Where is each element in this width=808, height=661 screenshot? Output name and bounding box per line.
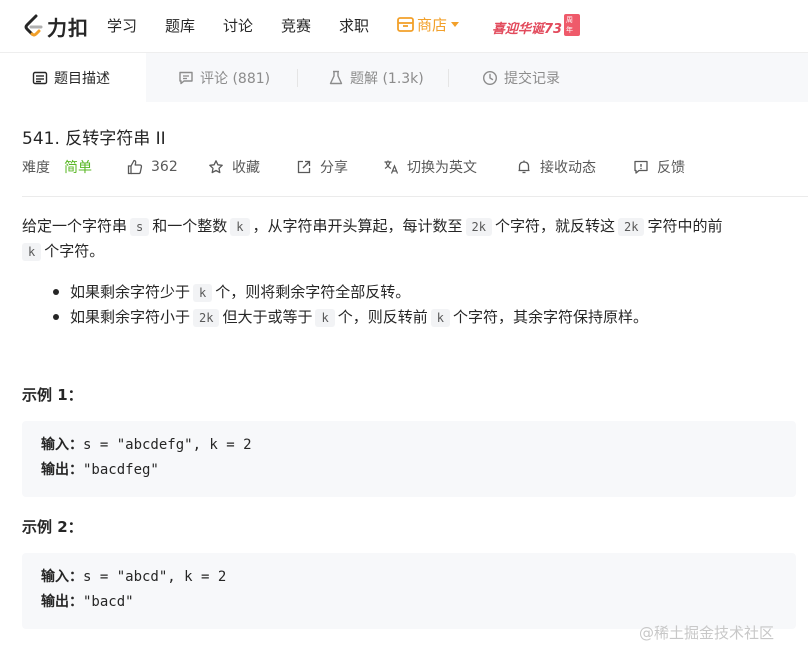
- share-button[interactable]: 分享: [296, 156, 348, 178]
- promo-text: 喜迎华诞73: [492, 22, 563, 37]
- text: 个，则将剩余字符全部反转。: [215, 283, 411, 301]
- example-input-line: 输入：s = "abcdefg", k = 2: [41, 433, 777, 458]
- example-heading: 示例 2：: [22, 518, 83, 536]
- text: ，从字符串开头算起，每计数至: [252, 217, 463, 235]
- rule-list: 如果剩余字符少于 k 个，则将剩余字符全部反转。 如果剩余字符小于 2k 但大于或等于 k…: [50, 280, 648, 330]
- switch-language-button[interactable]: 切换为英文: [383, 156, 477, 178]
- thumbs-up-icon: [127, 159, 143, 175]
- input-label: 输入：: [41, 569, 83, 585]
- description-icon: [32, 71, 48, 85]
- inline-code: k: [22, 243, 42, 261]
- input-value: s = "abcd", k = 2: [83, 569, 227, 585]
- share-icon: [297, 160, 311, 174]
- like-button[interactable]: 362: [127, 156, 178, 178]
- inline-code: k: [230, 218, 250, 236]
- nav-item-discuss[interactable]: 讨论: [223, 15, 253, 36]
- difficulty: 难度 简单: [22, 156, 92, 178]
- input-label: 输入：: [41, 437, 83, 453]
- inline-code: k: [315, 309, 335, 327]
- favorite-button[interactable]: 收藏: [208, 156, 260, 178]
- tab-description[interactable]: 题目描述: [0, 53, 146, 103]
- tab-solutions[interactable]: 题解 (1.3k): [328, 53, 424, 103]
- logo[interactable]: 力扣: [22, 12, 89, 40]
- inline-code: 2k: [465, 218, 492, 236]
- tab-label: 提交记录: [504, 71, 560, 87]
- star-icon: [209, 160, 223, 174]
- text: 字符中的前: [647, 217, 723, 235]
- difficulty-badge: 简单: [64, 160, 92, 176]
- example-heading: 示例 1：: [22, 386, 83, 404]
- nav-item-contest[interactable]: 竞赛: [281, 15, 311, 36]
- nav-item-jobs[interactable]: 求职: [339, 15, 369, 36]
- promo-badge: 周年: [564, 14, 580, 36]
- subscribe-button[interactable]: 接收动态: [516, 156, 596, 178]
- text: 如果剩余字符小于: [70, 308, 191, 326]
- example-code-block: 输入：s = "abcdefg", k = 2 输出："bacdfeg": [22, 421, 796, 497]
- example-output-line: 输出："bacd": [41, 590, 777, 615]
- comment-icon: [179, 71, 193, 85]
- problem-meta: 难度 简单 362 收藏 分享 切换为英文 接收动态 反馈: [22, 156, 808, 178]
- tab-divider: [448, 69, 449, 87]
- text: 但大于或等于: [222, 308, 313, 326]
- text: 和一个整数: [152, 217, 228, 235]
- difficulty-label: 难度: [22, 160, 50, 176]
- inline-code: s: [130, 218, 150, 236]
- example-output-line: 输出："bacdfeg": [41, 458, 777, 483]
- leetcode-logo-icon: [24, 14, 43, 37]
- shop-icon: [397, 17, 414, 32]
- watermark: @稀土掘金技术社区: [639, 624, 775, 642]
- example-code-block: 输入：s = "abcd", k = 2 输出："bacd": [22, 553, 796, 629]
- tab-comments[interactable]: 评论 (881): [178, 53, 270, 103]
- like-count: 362: [151, 159, 178, 175]
- inline-code: 2k: [617, 218, 645, 236]
- description-paragraph: 给定一个字符串 s 和一个整数 k ，从字符串开头算起，每计数至 2k 个字符，就反转这 2k…: [22, 214, 792, 264]
- feedback-button[interactable]: 反馈: [633, 156, 685, 178]
- inline-code: 2k: [193, 309, 220, 327]
- nav-item-shop[interactable]: 商店: [397, 14, 460, 35]
- subscribe-label: 接收动态: [540, 160, 596, 176]
- nav-item-problemset[interactable]: 题库: [165, 15, 195, 36]
- tab-label: 评论 (881): [200, 71, 271, 87]
- translate-icon: [384, 160, 399, 174]
- top-nav: 力扣 学习 题库 讨论 竞赛 求职 商店 喜迎华诞73 周年: [0, 0, 808, 52]
- shop-label: 商店: [417, 16, 448, 34]
- text: 如果剩余字符少于: [70, 283, 191, 301]
- favorite-label: 收藏: [232, 160, 260, 176]
- output-value: "bacdfeg": [83, 462, 159, 478]
- share-label: 分享: [320, 160, 348, 176]
- chevron-down-icon: [451, 22, 460, 27]
- output-label: 输出：: [41, 594, 83, 610]
- input-value: s = "abcdefg", k = 2: [83, 437, 252, 453]
- clock-icon: [482, 70, 498, 86]
- tab-submissions[interactable]: 提交记录: [482, 53, 560, 103]
- feedback-label: 反馈: [657, 160, 685, 176]
- tab-bar: 题目描述 评论 (881) 题解 (1.3k) 提交记录: [0, 52, 808, 103]
- text: 个字符，其余字符保持原样。: [452, 308, 648, 326]
- text: 个，则反转前: [337, 308, 428, 326]
- output-value: "bacd": [83, 594, 134, 610]
- inline-code: k: [430, 309, 450, 327]
- text: 个字符。: [44, 242, 105, 260]
- list-item: 如果剩余字符少于 k 个，则将剩余字符全部反转。: [50, 280, 648, 305]
- tab-label: 题解 (1.3k): [350, 71, 424, 87]
- tab-label: 题目描述: [54, 71, 110, 87]
- example-input-line: 输入：s = "abcd", k = 2: [41, 565, 777, 590]
- text: 个字符，就反转这: [494, 217, 615, 235]
- list-item: 如果剩余字符小于 2k 但大于或等于 k 个，则反转前 k 个字符，其余字符保持原样。: [50, 305, 648, 330]
- header-divider: [22, 196, 808, 197]
- promo-banner[interactable]: 喜迎华诞73 周年: [492, 14, 580, 40]
- problem-title: 541. 反转字符串 II: [22, 129, 166, 149]
- logo-text: 力扣: [47, 15, 89, 40]
- tab-divider: [297, 69, 298, 87]
- switch-language-label: 切换为英文: [407, 160, 477, 176]
- text: 给定一个字符串: [22, 217, 128, 235]
- feedback-icon: [634, 160, 648, 174]
- flask-icon: [329, 70, 343, 85]
- bell-icon: [518, 160, 530, 174]
- inline-code: k: [193, 284, 213, 302]
- nav-item-learn[interactable]: 学习: [107, 15, 137, 36]
- output-label: 输出：: [41, 462, 83, 478]
